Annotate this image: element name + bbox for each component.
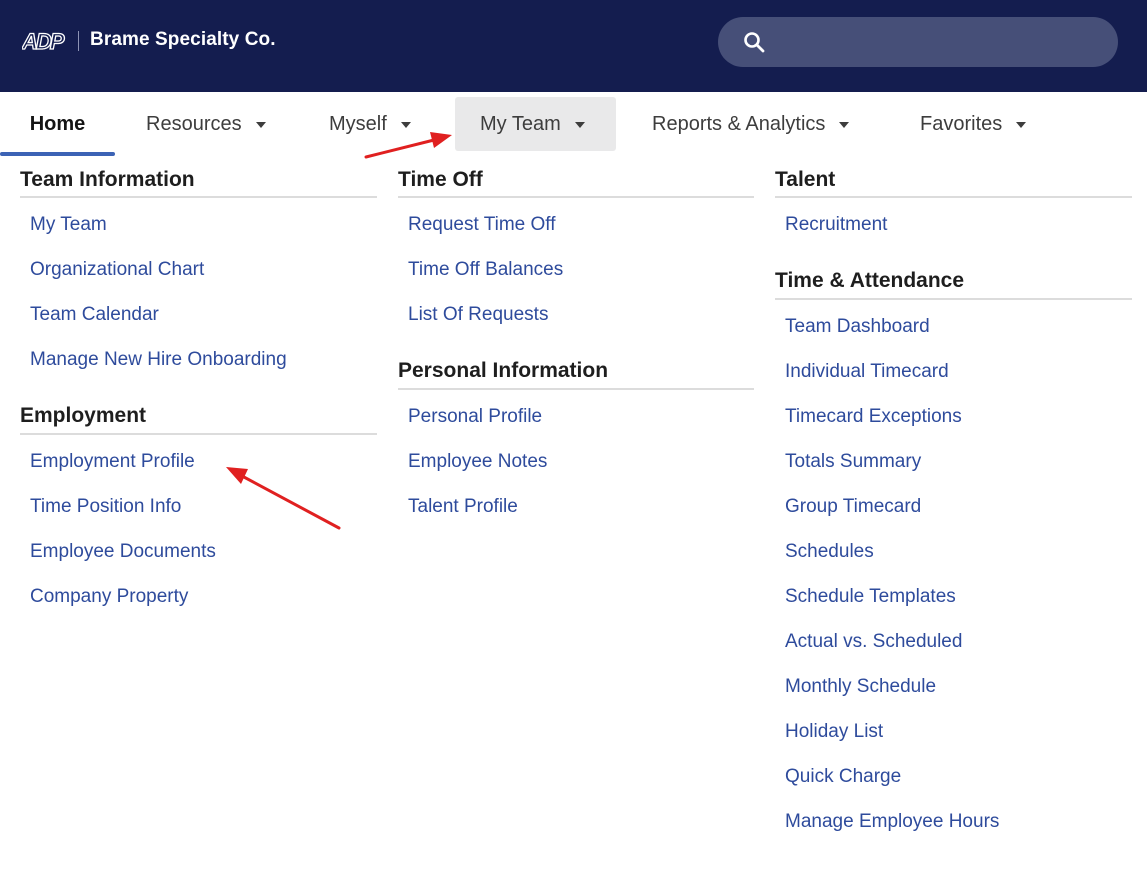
section-divider: [398, 196, 754, 198]
active-tab-indicator: [0, 152, 115, 156]
link-quick-charge[interactable]: Quick Charge: [785, 766, 901, 788]
nav-home-label: Home: [29, 112, 86, 135]
nav-home[interactable]: Home: [0, 97, 115, 151]
section-title-time-off: Time Off: [398, 168, 483, 191]
nav-reports-analytics[interactable]: Reports & Analytics: [652, 97, 850, 151]
link-holiday-list[interactable]: Holiday List: [785, 721, 883, 743]
link-time-position-info[interactable]: Time Position Info: [30, 496, 181, 518]
search-box[interactable]: [718, 17, 1118, 67]
link-monthly-schedule[interactable]: Monthly Schedule: [785, 676, 936, 698]
search-icon[interactable]: [742, 30, 766, 54]
section-divider: [20, 196, 377, 198]
nav-resources-label: Resources: [146, 112, 242, 135]
link-group-timecard[interactable]: Group Timecard: [785, 496, 921, 518]
link-recruitment[interactable]: Recruitment: [785, 214, 887, 236]
section-divider: [775, 298, 1132, 300]
nav-reports-label: Reports & Analytics: [652, 112, 826, 135]
link-timecard-exceptions[interactable]: Timecard Exceptions: [785, 406, 962, 428]
section-title-time-attendance: Time & Attendance: [775, 269, 965, 292]
link-request-time-off[interactable]: Request Time Off: [408, 214, 556, 236]
link-schedule-templates[interactable]: Schedule Templates: [785, 586, 956, 608]
my-team-menu-panel: Team Information My Team Organizational …: [0, 158, 1147, 881]
caret-down-icon: [255, 122, 266, 128]
link-my-team[interactable]: My Team: [30, 214, 107, 236]
nav-myself[interactable]: Myself: [329, 97, 411, 151]
link-manage-new-hire-onboarding[interactable]: Manage New Hire Onboarding: [30, 349, 287, 371]
nav-myself-label: Myself: [329, 112, 387, 135]
adp-logo-text: ADP: [22, 30, 65, 52]
link-company-property[interactable]: Company Property: [30, 586, 188, 608]
link-individual-timecard[interactable]: Individual Timecard: [785, 361, 949, 383]
nav-favorites-label: Favorites: [920, 112, 1003, 135]
link-employee-notes[interactable]: Employee Notes: [408, 451, 547, 473]
caret-down-icon: [1016, 122, 1027, 128]
adp-logo[interactable]: ADP: [22, 30, 68, 52]
section-title-personal-information: Personal Information: [398, 359, 609, 382]
link-personal-profile[interactable]: Personal Profile: [408, 406, 542, 428]
nav-my-team[interactable]: My Team: [455, 97, 616, 151]
section-divider: [20, 433, 377, 435]
link-actual-vs-scheduled[interactable]: Actual vs. Scheduled: [785, 631, 962, 653]
link-totals-summary[interactable]: Totals Summary: [785, 451, 921, 473]
link-time-off-balances[interactable]: Time Off Balances: [408, 259, 563, 281]
link-organizational-chart[interactable]: Organizational Chart: [30, 259, 204, 281]
company-name: Brame Specialty Co.: [90, 29, 276, 50]
search-input[interactable]: [778, 25, 1102, 61]
section-title-talent: Talent: [775, 168, 836, 191]
section-title-team-information: Team Information: [20, 168, 195, 191]
caret-down-icon: [400, 122, 411, 128]
main-nav: Home Resources Myself My Team Reports & …: [0, 92, 1147, 158]
link-talent-profile[interactable]: Talent Profile: [408, 496, 518, 518]
link-team-dashboard[interactable]: Team Dashboard: [785, 316, 930, 338]
nav-favorites[interactable]: Favorites: [920, 97, 1027, 151]
link-team-calendar[interactable]: Team Calendar: [30, 304, 159, 326]
caret-down-icon: [839, 122, 850, 128]
link-list-of-requests[interactable]: List Of Requests: [408, 304, 548, 326]
link-manage-employee-hours[interactable]: Manage Employee Hours: [785, 811, 999, 833]
section-title-employment: Employment: [20, 404, 147, 427]
caret-down-icon: [574, 122, 585, 128]
link-schedules[interactable]: Schedules: [785, 541, 874, 563]
nav-my-team-label: My Team: [480, 112, 561, 135]
section-divider: [775, 196, 1132, 198]
nav-resources[interactable]: Resources: [146, 97, 266, 151]
section-divider: [398, 388, 754, 390]
logo-divider: [78, 31, 79, 51]
link-employment-profile[interactable]: Employment Profile: [30, 451, 195, 473]
top-bar: ADP Brame Specialty Co.: [0, 0, 1147, 92]
link-employee-documents[interactable]: Employee Documents: [30, 541, 216, 563]
